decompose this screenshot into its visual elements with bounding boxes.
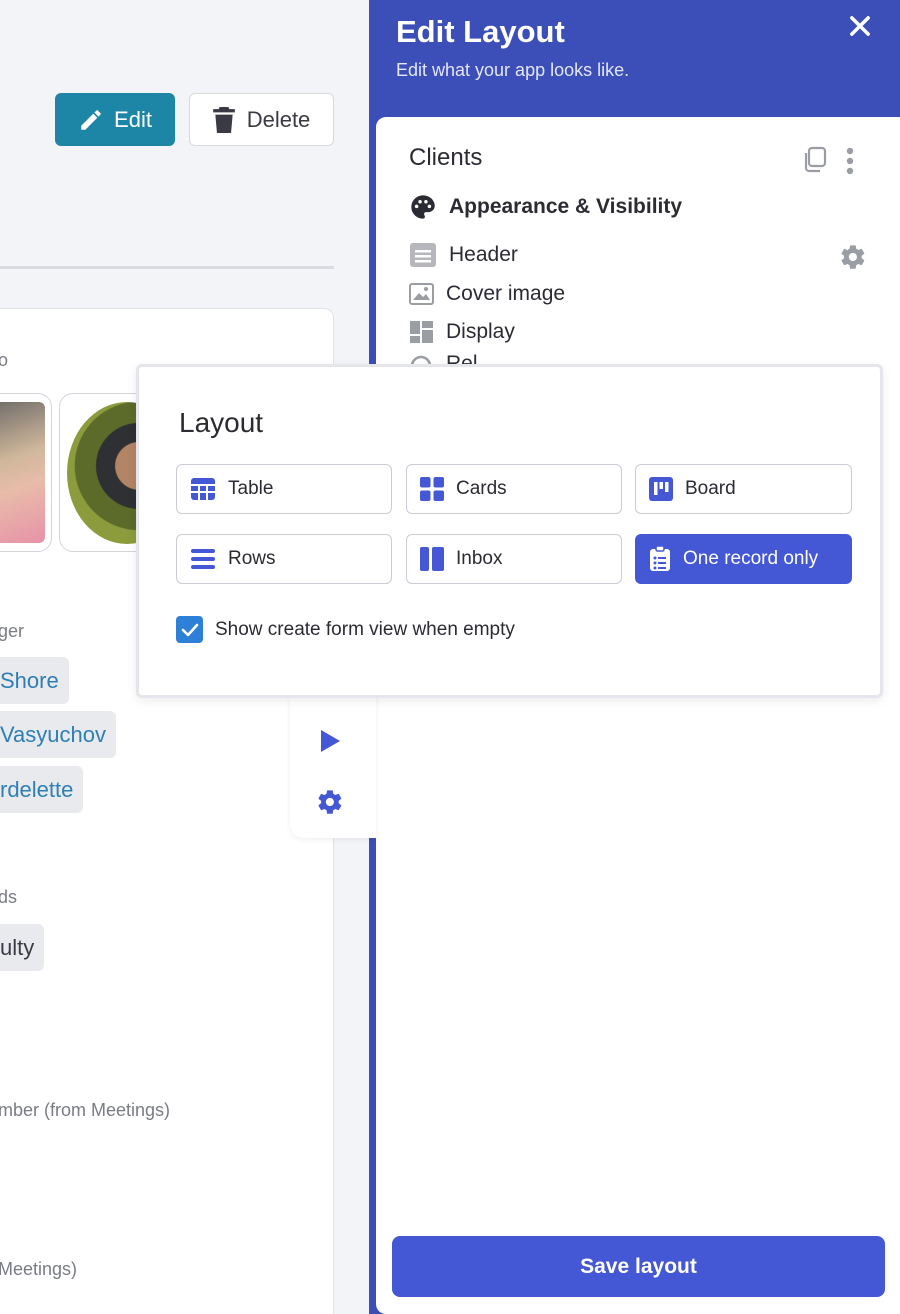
- layout-option-cards[interactable]: Cards: [406, 464, 622, 514]
- show-create-form-option[interactable]: Show create form view when empty: [176, 616, 515, 643]
- layout-option-inbox[interactable]: Inbox: [406, 534, 622, 584]
- layout-option-board-label: Board: [685, 478, 736, 499]
- board-icon: [649, 477, 673, 501]
- linked-record-tag[interactable]: Shore: [0, 657, 69, 704]
- dashboard-icon: [410, 321, 433, 343]
- option-header-label: Header: [449, 243, 518, 266]
- pencil-icon: [81, 109, 101, 130]
- category-tag: ulty: [0, 924, 45, 971]
- field-label-fields: ds: [0, 887, 18, 907]
- show-create-form-label: Show create form view when empty: [215, 618, 515, 640]
- layout-option-inbox-label: Inbox: [456, 548, 503, 569]
- checkmark-icon: [181, 623, 198, 636]
- appearance-section-title: Appearance & Visibility: [449, 195, 683, 218]
- linked-record-tag[interactable]: rdelette: [0, 766, 84, 813]
- delete-button-label: Delete: [246, 106, 311, 132]
- delete-button[interactable]: Delete: [189, 93, 334, 146]
- cards-icon: [420, 477, 444, 501]
- palette-icon: [411, 195, 435, 219]
- gear-icon[interactable]: [839, 243, 867, 271]
- copy-icon[interactable]: [802, 146, 828, 174]
- layout-option-rows[interactable]: Rows: [176, 534, 392, 584]
- layout-popover-title: Layout: [179, 407, 264, 438]
- edit-button-label: Edit: [114, 106, 152, 132]
- gear-icon[interactable]: [316, 788, 344, 816]
- image-icon: [409, 283, 434, 305]
- field-label-manager: ger: [0, 621, 25, 641]
- save-layout-button[interactable]: Save layout: [392, 1236, 885, 1297]
- field-label-meetings: Meetings): [0, 1259, 78, 1279]
- photo-thumbnail[interactable]: [0, 393, 52, 552]
- field-label-meetings-number: mber (from Meetings): [0, 1100, 171, 1120]
- more-vertical-icon[interactable]: [843, 146, 857, 176]
- option-display[interactable]: Display: [409, 320, 515, 344]
- layout-option-table-label: Table: [228, 478, 274, 499]
- inbox-icon: [420, 547, 444, 571]
- field-label-photo: o: [0, 350, 9, 370]
- panel-subtitle: Edit what your app looks like.: [396, 60, 630, 80]
- layout-option-one-record-only[interactable]: One record only: [635, 534, 852, 584]
- option-partially-hidden-label: Rel: [446, 352, 478, 364]
- linked-record-tag[interactable]: Vasyuchov: [0, 711, 116, 758]
- table-name: Clients: [409, 144, 483, 171]
- option-partially-hidden[interactable]: Rel: [409, 352, 478, 364]
- rows-icon: [191, 549, 215, 569]
- person-photo: [0, 402, 45, 543]
- option-cover-image-label: Cover image: [446, 282, 566, 305]
- link-icon: [410, 355, 432, 364]
- play-icon[interactable]: [318, 728, 342, 754]
- header-icon: [410, 243, 436, 267]
- clipboard-icon: [650, 546, 670, 571]
- table-icon: [191, 478, 215, 500]
- appearance-section-header[interactable]: Appearance & Visibility: [409, 193, 682, 221]
- panel-title: Edit Layout: [396, 14, 565, 49]
- trash-icon: [212, 106, 235, 133]
- edit-button[interactable]: Edit: [55, 93, 175, 146]
- layout-option-cards-label: Cards: [456, 478, 507, 499]
- layout-option-rows-label: Rows: [228, 548, 276, 569]
- option-header[interactable]: Header: [409, 242, 518, 268]
- option-cover-image[interactable]: Cover image: [409, 282, 565, 306]
- show-create-form-checkbox[interactable]: [176, 616, 203, 643]
- layout-option-table[interactable]: Table: [176, 464, 392, 514]
- option-display-label: Display: [446, 320, 515, 343]
- layout-option-board[interactable]: Board: [635, 464, 852, 514]
- mini-toolbar: [290, 690, 376, 838]
- close-icon[interactable]: [846, 12, 874, 40]
- layout-option-one-record-only-label: One record only: [683, 548, 819, 569]
- section-divider: [0, 266, 334, 269]
